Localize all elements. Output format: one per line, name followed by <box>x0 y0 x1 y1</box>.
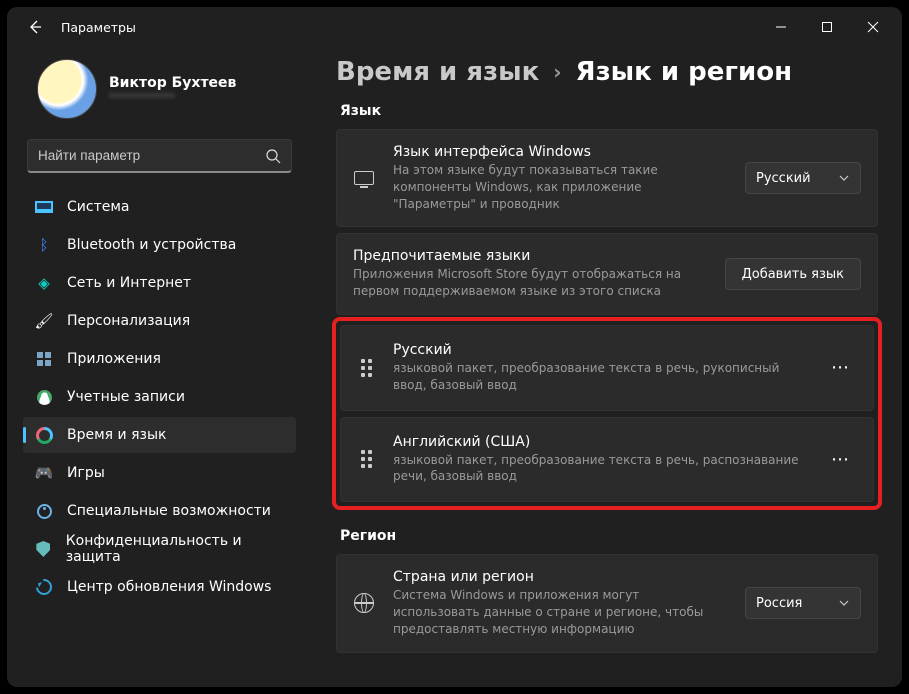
wifi-icon: ◈ <box>35 274 53 292</box>
nav-accounts[interactable]: Учетные записи <box>23 379 296 415</box>
avatar <box>37 59 97 119</box>
window-title: Параметры <box>61 20 136 35</box>
search-input[interactable] <box>38 148 265 163</box>
apps-icon <box>37 352 51 366</box>
titlebar: Параметры <box>7 7 902 47</box>
nav-privacy[interactable]: Конфиденциальность и защита <box>23 531 296 567</box>
nav-bluetooth[interactable]: ᛒBluetooth и устройства <box>23 227 296 263</box>
bluetooth-icon: ᛒ <box>35 236 53 254</box>
profile[interactable]: Виктор Бухтеев ************ <box>19 51 300 133</box>
display-language-dropdown[interactable]: Русский <box>745 162 861 194</box>
preferred-languages-card[interactable]: Предпочитаемые языки Приложения Microsof… <box>336 233 878 315</box>
highlight-annotation: Русский языковой пакет, преобразование т… <box>332 317 882 510</box>
search-icon <box>265 148 281 164</box>
nav: Система ᛒBluetooth и устройства ◈Сеть и … <box>19 187 300 605</box>
globe-icon <box>353 593 375 613</box>
close-button[interactable] <box>850 11 896 43</box>
drag-handle-icon[interactable] <box>357 450 375 468</box>
chevron-down-icon <box>838 172 850 184</box>
back-button[interactable] <box>21 13 49 41</box>
shield-icon <box>36 541 50 557</box>
region-dropdown[interactable]: Россия <box>745 587 861 619</box>
sidebar: Виктор Бухтеев ************ Система ᛒBlu… <box>7 47 312 687</box>
profile-email: ************ <box>109 91 236 104</box>
language-item-russian[interactable]: Русский языковой пакет, преобразование т… <box>340 325 874 411</box>
nav-personalization[interactable]: 🖌Персонализация <box>23 303 296 339</box>
account-icon <box>37 390 52 405</box>
nav-system[interactable]: Система <box>23 189 296 225</box>
update-icon <box>33 576 56 599</box>
section-language: Язык <box>340 103 878 119</box>
game-icon: 🎮 <box>35 464 53 482</box>
breadcrumb: Время и язык › Язык и регион <box>336 57 878 87</box>
monitor-icon <box>353 171 375 185</box>
brush-icon: 🖌 <box>35 312 53 330</box>
nav-update[interactable]: Центр обновления Windows <box>23 569 296 605</box>
chevron-right-icon: › <box>553 60 561 84</box>
nav-network[interactable]: ◈Сеть и Интернет <box>23 265 296 301</box>
system-icon <box>35 201 53 213</box>
nav-apps[interactable]: Приложения <box>23 341 296 377</box>
country-region-card[interactable]: Страна или регион Система Windows и прил… <box>336 554 878 652</box>
clock-globe-icon <box>36 427 53 444</box>
more-options-button[interactable]: ⋯ <box>825 352 857 384</box>
section-region: Регион <box>340 528 878 544</box>
breadcrumb-parent[interactable]: Время и язык <box>336 57 539 87</box>
add-language-button[interactable]: Добавить язык <box>725 258 861 290</box>
nav-time-language[interactable]: Время и язык <box>23 417 296 453</box>
content: Время и язык › Язык и регион Язык Язык и… <box>312 47 902 687</box>
breadcrumb-current: Язык и регион <box>576 57 792 87</box>
more-options-button[interactable]: ⋯ <box>825 443 857 475</box>
minimize-button[interactable] <box>758 11 804 43</box>
profile-name: Виктор Бухтеев <box>109 75 236 91</box>
settings-window: Параметры Виктор Бухтеев ************ Си… <box>7 7 902 687</box>
nav-gaming[interactable]: 🎮Игры <box>23 455 296 491</box>
nav-accessibility[interactable]: Специальные возможности <box>23 493 296 529</box>
display-language-card[interactable]: Язык интерфейса Windows На этом языке бу… <box>336 129 878 227</box>
drag-handle-icon[interactable] <box>357 359 375 377</box>
language-item-english-us[interactable]: Английский (США) языковой пакет, преобра… <box>340 417 874 503</box>
maximize-button[interactable] <box>804 11 850 43</box>
accessibility-icon <box>37 504 52 519</box>
chevron-down-icon <box>838 597 850 609</box>
search-box[interactable] <box>27 139 292 173</box>
